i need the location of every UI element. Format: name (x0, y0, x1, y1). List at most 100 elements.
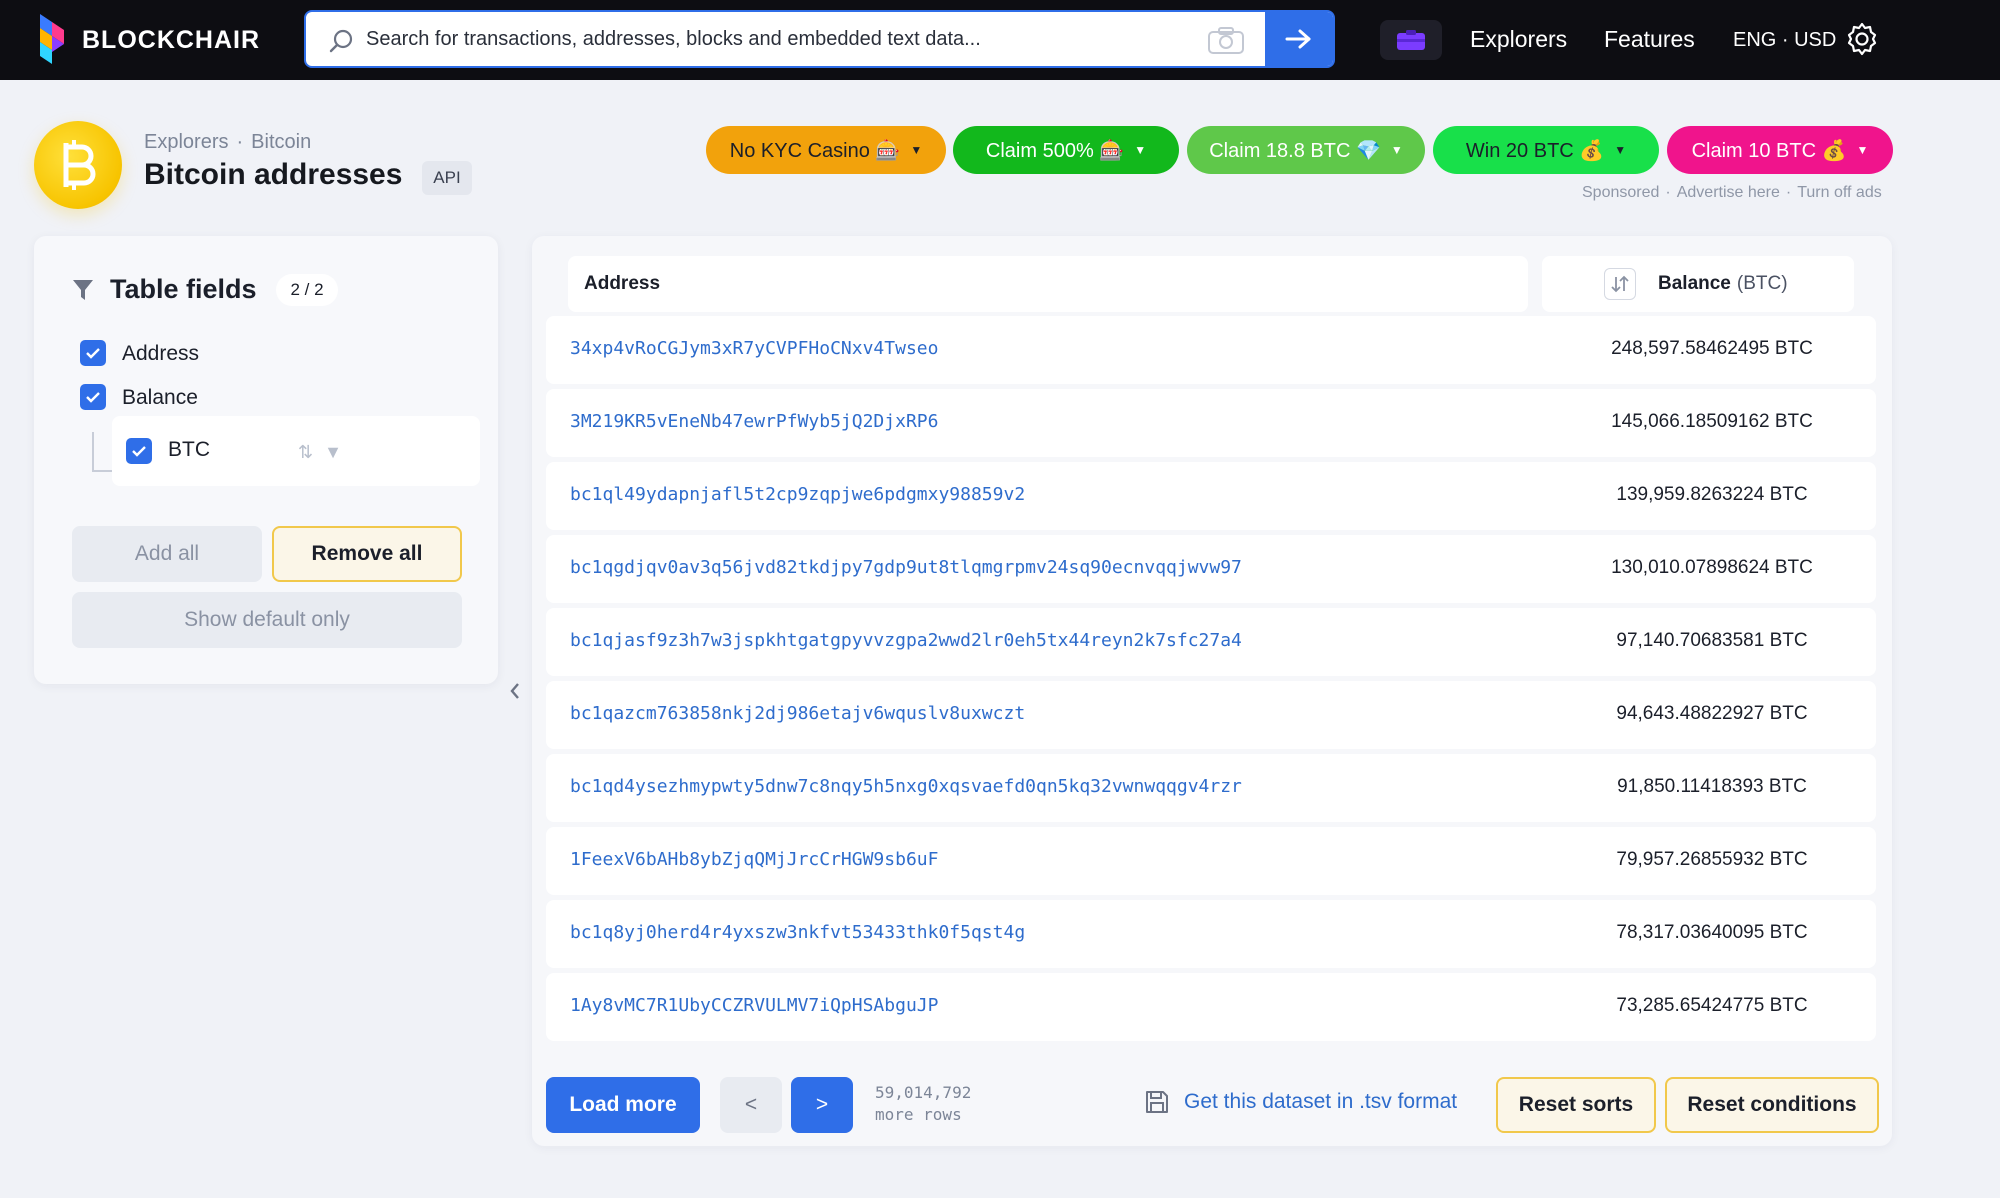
balance-header-label: Balance (1658, 273, 1731, 294)
column-header-address[interactable]: Address (568, 256, 1528, 312)
camera-icon[interactable] (1206, 25, 1246, 55)
tsv-link-text[interactable]: Get this dataset in .tsv format (1184, 1090, 1457, 1114)
address-link[interactable]: 1FeexV6bAHb8ybZjqQMjJrcCrHGW9sb6uF (570, 849, 938, 870)
table-row: bc1qgdjqv0av3q56jvd82tkdjpy7gdp9ut8tlqmg… (546, 535, 1876, 603)
filter-icon (73, 280, 93, 300)
balance-cell: 139,959.8263224 BTC (1616, 484, 1808, 505)
balance-cell: 94,643.48822927 BTC (1616, 703, 1808, 724)
balance-cell: 78,317.03640095 BTC (1616, 922, 1808, 943)
api-badge[interactable]: API (422, 161, 472, 195)
address-link[interactable]: bc1qazcm763858nkj2dj986etajv6wquslv8uxwc… (570, 703, 1025, 724)
rows-remaining: 59,014,792 more rows (875, 1082, 971, 1126)
ad-button-win-20[interactable]: Win 20 BTC 💰 ▼ (1433, 126, 1659, 174)
data-table: Address Balance (BTC) 34xp4vRoCGJym3xR7y… (532, 236, 1892, 1146)
sort-icon[interactable] (1604, 268, 1636, 300)
sponsored-line: Sponsored · Advertise here · Turn off ads (1582, 184, 1882, 201)
field-label-balance[interactable]: Balance (122, 386, 198, 410)
search-submit-button[interactable] (1265, 12, 1333, 66)
search-icon (329, 29, 353, 53)
search-bar (304, 10, 1335, 68)
collapse-sidebar-button[interactable] (500, 236, 530, 1146)
ad-label: Win 20 BTC 💰 (1465, 139, 1605, 162)
page-title: Bitcoin addresses (144, 158, 403, 191)
next-page-button[interactable]: > (791, 1077, 853, 1133)
reset-conditions-button[interactable]: Reset conditions (1665, 1077, 1879, 1133)
logo-text[interactable]: BLOCKCHAIR (82, 26, 260, 55)
breadcrumb: Explorers · Bitcoin (144, 131, 312, 153)
top-bar: BLOCKCHAIR Explorers Features ENG · USD (0, 0, 2000, 80)
address-link[interactable]: 3M219KR5vEneNb47ewrPfWyb5jQ2DjxRP6 (570, 411, 938, 432)
balance-cell: 130,010.07898624 BTC (1611, 557, 1813, 578)
balance-cell: 145,066.18509162 BTC (1611, 411, 1813, 432)
table-row: bc1qd4ysezhmypwty5dnw7c8nqy5h5nxg0xqsvae… (546, 754, 1876, 822)
balance-cell: 97,140.70683581 BTC (1616, 630, 1808, 651)
gear-icon[interactable] (1843, 20, 1881, 58)
check-icon (86, 392, 100, 403)
table-row: bc1qazcm763858nkj2dj986etajv6wquslv8uxwc… (546, 681, 1876, 749)
table-fields-panel: Table fields 2 / 2 Address Balance BTC ⇅… (34, 236, 498, 684)
address-link[interactable]: 1Ay8vMC7R1UbyCCZRVULMV7iQpHSAbguJP (570, 995, 938, 1016)
balance-cell: 91,850.11418393 BTC (1617, 776, 1807, 797)
nav-explorers[interactable]: Explorers (1470, 26, 1567, 53)
show-default-only-button[interactable]: Show default only (72, 592, 462, 648)
table-fields-title: Table fields (110, 274, 257, 304)
add-all-button[interactable]: Add all (72, 526, 262, 582)
subfield-btc: BTC ⇅ ▼ (112, 416, 480, 486)
fields-count-badge: 2 / 2 (276, 274, 338, 306)
table-row: bc1ql49ydapnjafl5t2cp9zqpjwe6pdgmxy98859… (546, 462, 1876, 530)
ad-button-claim-10[interactable]: Claim 10 BTC 💰 ▼ (1667, 126, 1893, 174)
sort-icon[interactable]: ⇅ (298, 442, 313, 462)
balance-cell: 248,597.58462495 BTC (1611, 338, 1813, 359)
reset-sorts-button[interactable]: Reset sorts (1496, 1077, 1656, 1133)
filter-icon[interactable]: ▼ (324, 442, 342, 462)
search-input[interactable] (366, 12, 1216, 66)
check-icon (86, 348, 100, 359)
balance-checkbox[interactable] (80, 384, 106, 410)
locale-selector[interactable]: ENG · USD (1733, 29, 1836, 52)
btc-checkbox[interactable] (126, 438, 152, 464)
load-more-button[interactable]: Load more (546, 1077, 700, 1133)
ad-label: Claim 500% 🎰 (985, 139, 1125, 162)
caret-down-icon: ▼ (1614, 143, 1627, 157)
rows-count: 59,014,792 (875, 1083, 972, 1102)
previous-page-button[interactable]: < (720, 1077, 782, 1133)
caret-down-icon: ▼ (1856, 143, 1869, 157)
breadcrumb-bitcoin[interactable]: Bitcoin (251, 131, 311, 153)
field-label-btc[interactable]: BTC (168, 438, 210, 462)
address-link[interactable]: bc1qd4ysezhmypwty5dnw7c8nqy5h5nxg0xqsvae… (570, 776, 1242, 797)
address-link[interactable]: 34xp4vRoCGJym3xR7yCVPFHoCNxv4Twseo (570, 338, 938, 359)
ad-button-claim-500[interactable]: Claim 500% 🎰 ▼ (953, 126, 1179, 174)
briefcase-icon (1397, 30, 1425, 50)
balance-header-unit: (BTC) (1736, 273, 1788, 294)
address-link[interactable]: bc1q8yj0herd4r4yxszw3nkfvt53433thk0f5qst… (570, 922, 1025, 943)
table-row: 34xp4vRoCGJym3xR7yCVPFHoCNxv4Twseo 248,5… (546, 316, 1876, 384)
caret-down-icon: ▼ (1390, 143, 1403, 157)
arrow-right-icon (1285, 29, 1311, 49)
download-tsv-link[interactable]: Get this dataset in .tsv format (1144, 1089, 1457, 1115)
caret-down-icon: ▼ (1134, 143, 1147, 157)
address-link[interactable]: bc1qjasf9z3h7w3jspkhtgatgpyvvzgpa2wwd2lr… (570, 630, 1242, 651)
floppy-disk-icon (1146, 1091, 1168, 1113)
table-row: 1FeexV6bAHb8ybZjqQMjJrcCrHGW9sb6uF 79,95… (546, 827, 1876, 895)
breadcrumb-explorers[interactable]: Explorers (144, 131, 228, 153)
field-label-address[interactable]: Address (122, 342, 199, 366)
nav-features[interactable]: Features (1604, 26, 1695, 53)
table-row: bc1qjasf9z3h7w3jspkhtgatgpyvvzgpa2wwd2lr… (546, 608, 1876, 676)
table-row: 3M219KR5vEneNb47ewrPfWyb5jQ2DjxRP6 145,0… (546, 389, 1876, 457)
address-checkbox[interactable] (80, 340, 106, 366)
turn-off-ads-link[interactable]: Turn off ads (1797, 184, 1882, 201)
chevron-left-icon (510, 683, 519, 699)
column-header-balance[interactable]: Balance (BTC) (1542, 256, 1854, 312)
address-link[interactable]: bc1qgdjqv0av3q56jvd82tkdjpy7gdp9ut8tlqmg… (570, 557, 1242, 578)
ad-button-claim-18-8[interactable]: Claim 18.8 BTC 💎 ▼ (1187, 126, 1425, 174)
ad-button-casino[interactable]: No KYC Casino 🎰 ▼ (706, 126, 946, 174)
blockchair-logo-icon[interactable] (36, 14, 68, 66)
balance-cell: 73,285.65424775 BTC (1616, 995, 1808, 1016)
address-link[interactable]: bc1ql49ydapnjafl5t2cp9zqpjwe6pdgmxy98859… (570, 484, 1025, 505)
advertise-link[interactable]: Advertise here (1677, 184, 1780, 201)
promo-button[interactable] (1380, 20, 1442, 60)
check-icon (132, 446, 146, 457)
sponsored-label: Sponsored (1582, 184, 1660, 201)
bitcoin-logo-icon (34, 121, 122, 209)
remove-all-button[interactable]: Remove all (272, 526, 462, 582)
